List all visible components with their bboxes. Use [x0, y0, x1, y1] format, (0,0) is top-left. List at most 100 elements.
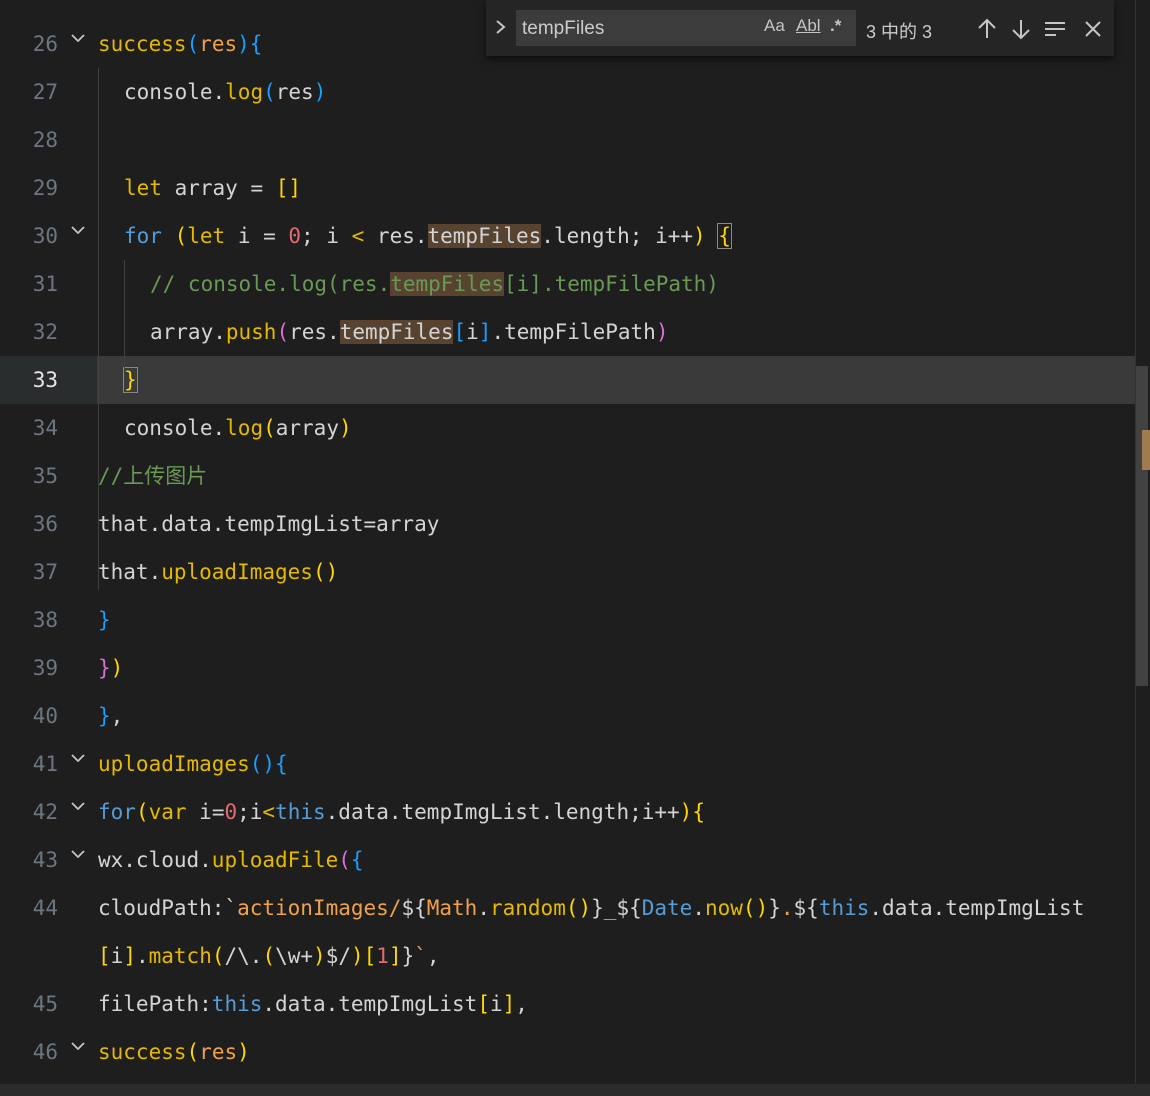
code-line[interactable]: 39}): [0, 644, 1150, 692]
code-token: ){: [237, 32, 263, 56]
line-number: 39: [32, 656, 58, 680]
previous-match-icon[interactable]: [974, 16, 1000, 42]
code-text: that.uploadImages(): [98, 548, 338, 596]
code-token: }: [591, 896, 604, 920]
line-number: 45: [32, 992, 58, 1016]
code-token: ${: [616, 896, 642, 920]
code-token: ): [313, 80, 327, 104]
find-in-selection-icon[interactable]: [1042, 16, 1068, 42]
code-token: ): [338, 416, 352, 440]
regex-icon[interactable]: .*: [830, 16, 841, 36]
code-token: for: [124, 224, 175, 248]
code-token: res.: [289, 320, 340, 344]
code-token: this: [818, 896, 870, 920]
code-text: console.log(array): [124, 404, 352, 452]
code-line[interactable]: 28: [0, 116, 1150, 164]
next-match-icon[interactable]: [1008, 16, 1034, 42]
line-number: 31: [32, 272, 58, 296]
code-token: .: [477, 896, 490, 920]
code-line[interactable]: 27 console.log(res): [0, 68, 1150, 116]
code-token: {: [692, 800, 705, 824]
code-token: success: [98, 32, 187, 56]
fold-chevron-down-icon[interactable]: [68, 28, 88, 48]
line-number: 44: [32, 896, 58, 920]
line-number: 30: [32, 224, 58, 248]
code-token: that.data.tempImgList=array: [98, 512, 440, 536]
code-token: for: [98, 800, 136, 824]
code-editor[interactable]: 26 success(res){27 console.log(res) 28 29 let…: [0, 0, 1150, 1096]
match-case-icon[interactable]: Aa: [764, 16, 785, 36]
code-token: .: [135, 944, 149, 968]
code-line[interactable]: 30 for (let i = 0; i < res.tempFiles.leng…: [0, 212, 1150, 260]
code-line[interactable]: 37 that.uploadImages(): [0, 548, 1150, 596]
code-token: push: [225, 320, 277, 344]
code-token: .: [780, 896, 794, 920]
code-token: res: [199, 32, 238, 56]
code-line[interactable]: 40},: [0, 692, 1150, 740]
code-line[interactable]: 42 for(var i=0;i<this.data.tempImgList.le…: [0, 788, 1150, 836]
line-number: 29: [32, 176, 58, 200]
search-match-highlight: tempFiles: [427, 224, 542, 248]
code-token: (): [565, 896, 592, 920]
code-token: .: [692, 896, 705, 920]
code-token: ,: [426, 944, 440, 968]
fold-chevron-down-icon[interactable]: [68, 748, 88, 768]
code-token: actionImages/: [237, 896, 402, 920]
line-number: 42: [32, 800, 58, 824]
code-token: var: [148, 800, 200, 824]
code-line[interactable]: 46 success(res): [0, 1028, 1150, 1076]
code-text: uploadImages(){: [98, 740, 288, 788]
code-line[interactable]: 32 array.push(res.tempFiles[i].tempFilePa…: [0, 308, 1150, 356]
code-token: ): [655, 320, 669, 344]
code-token: ): [350, 944, 364, 968]
code-token: <: [262, 800, 276, 824]
code-token: }: [401, 944, 415, 968]
code-line[interactable]: 34 console.log(array): [0, 404, 1150, 452]
code-token: (: [186, 32, 200, 56]
code-line[interactable]: 45 filePath:this.data.tempImgList[i],: [0, 980, 1150, 1028]
code-token: .length; i++: [541, 224, 694, 248]
code-line[interactable]: 43 wx.cloud.uploadFile({: [0, 836, 1150, 884]
code-token: ;i: [237, 800, 263, 824]
code-token: i =: [237, 224, 289, 248]
code-token: that.: [98, 560, 162, 584]
code-text: success(res): [98, 1028, 250, 1076]
fold-chevron-down-icon[interactable]: [68, 796, 88, 816]
code-token: i: [466, 320, 479, 344]
code-text: for(var i=0;i<this.data.tempImgList.leng…: [98, 788, 705, 836]
line-number: 28: [32, 128, 58, 152]
whole-word-icon[interactable]: Abl: [796, 16, 821, 36]
line-number: 46: [32, 1040, 58, 1064]
code-text: },: [98, 692, 123, 740]
code-line[interactable]: 41 uploadImages(){: [0, 740, 1150, 788]
code-line[interactable]: 36 that.data.tempImgList=array: [0, 500, 1150, 548]
code-line[interactable]: 31 // console.log(res.tempFiles[i].tempFi…: [0, 260, 1150, 308]
code-line[interactable]: 33}: [0, 356, 1150, 404]
code-text: }: [98, 596, 111, 644]
code-token: console.: [124, 80, 226, 104]
code-text: }): [98, 644, 123, 692]
line-number: 26: [32, 32, 58, 56]
line-number: 37: [32, 560, 58, 584]
code-line[interactable]: 38}: [0, 596, 1150, 644]
toggle-replace-chevron-icon[interactable]: [494, 17, 514, 41]
code-token: {: [350, 848, 364, 872]
horizontal-scrollbar[interactable]: [0, 1084, 1150, 1096]
code-token: random: [489, 896, 566, 920]
search-match-highlight: tempFiles: [390, 272, 505, 296]
code-token: uploadImages: [161, 560, 313, 584]
code-token: Math: [426, 896, 478, 920]
close-icon[interactable]: [1080, 16, 1106, 42]
code-line[interactable]: 44 cloudPath:`actionImages/${Math.random(…: [0, 884, 1150, 932]
code-line[interactable]: 29 let array = []: [0, 164, 1150, 212]
code-line[interactable]: [i].match(/\.(\w+)$/)[1]}`,: [0, 932, 1150, 980]
scrollbar-thumb[interactable]: [1136, 366, 1148, 686]
line-number: 41: [32, 752, 58, 776]
fold-chevron-down-icon[interactable]: [68, 844, 88, 864]
code-text: }: [123, 356, 138, 404]
code-token: (: [211, 944, 225, 968]
code-line[interactable]: 35 //上传图片: [0, 452, 1150, 500]
fold-chevron-down-icon[interactable]: [68, 1036, 88, 1056]
code-token: array: [275, 416, 339, 440]
fold-chevron-down-icon[interactable]: [68, 220, 88, 240]
